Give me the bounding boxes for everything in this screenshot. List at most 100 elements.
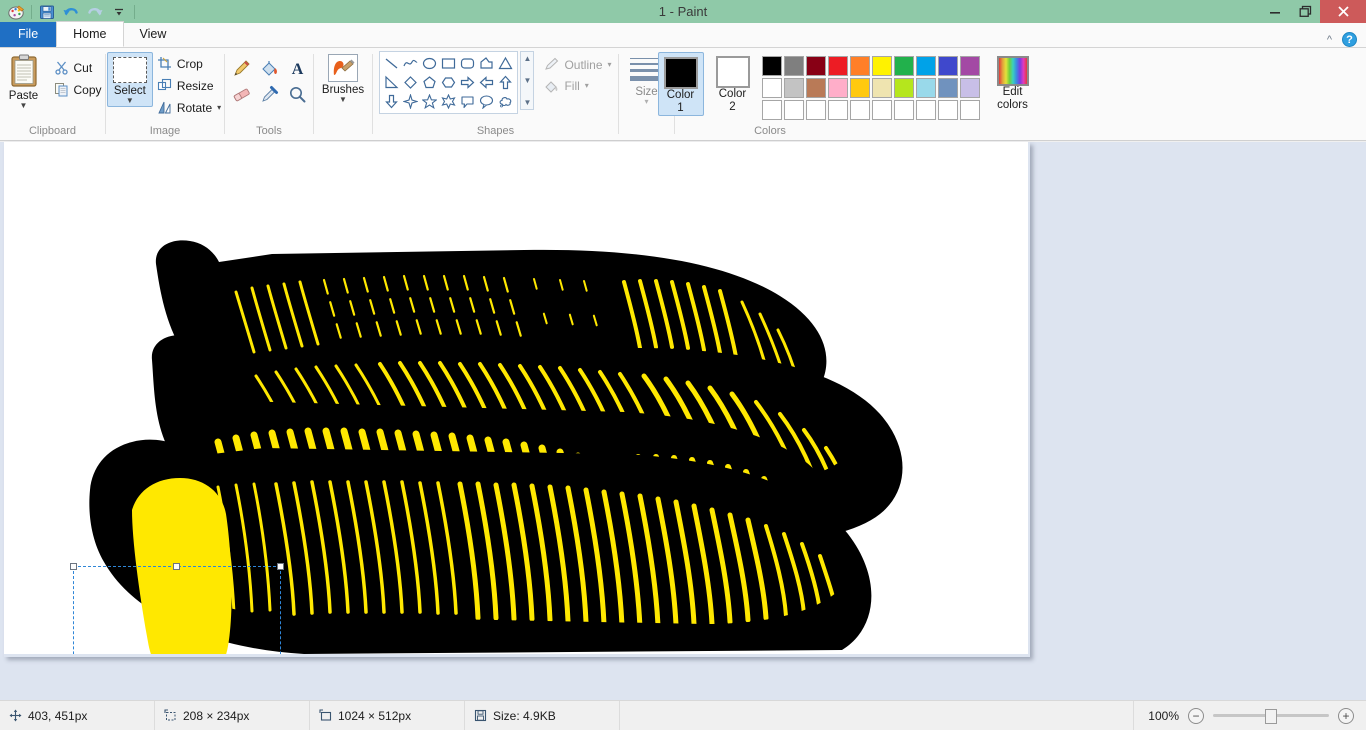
palette-swatch-r2-c9[interactable] — [937, 78, 958, 98]
polygon-shape[interactable] — [477, 54, 496, 73]
palette-swatch-r1-c2[interactable] — [783, 56, 804, 76]
up-arrow-shape[interactable] — [496, 73, 515, 92]
palette-swatch-r1-c8[interactable] — [915, 56, 936, 76]
pentagon-shape[interactable] — [420, 73, 439, 92]
tab-file[interactable]: File — [0, 22, 57, 47]
palette-swatch-r2-c10[interactable] — [959, 78, 980, 98]
undo-icon[interactable] — [59, 1, 83, 22]
oval-callout-shape[interactable] — [477, 92, 496, 111]
paint-canvas[interactable] — [4, 142, 1028, 654]
rounded-callout-shape[interactable] — [458, 92, 477, 111]
six-point-star-shape[interactable] — [439, 92, 458, 111]
palette-swatch-r1-c4[interactable] — [827, 56, 848, 76]
left-arrow-shape[interactable] — [477, 73, 496, 92]
close-button[interactable] — [1320, 0, 1366, 23]
paste-caret-icon[interactable]: ▼ — [20, 102, 28, 110]
palette-swatch-r3-c6[interactable] — [871, 100, 892, 120]
restore-button[interactable] — [1290, 0, 1320, 23]
shapes-scrollbar[interactable]: ▲ ▼ ▼ — [520, 51, 535, 110]
palette-swatch-r2-c2[interactable] — [783, 78, 804, 98]
redo-icon[interactable] — [83, 1, 107, 22]
outline-button[interactable]: Outline ▾ — [544, 57, 612, 72]
outline-caret-icon[interactable]: ▾ — [608, 60, 612, 69]
palette-swatch-r3-c2[interactable] — [783, 100, 804, 120]
palette-swatch-r3-c1[interactable] — [761, 100, 782, 120]
canvas-workspace[interactable] — [0, 142, 1366, 700]
paste-button[interactable]: Paste ▼ — [0, 52, 50, 110]
fill-button[interactable]: Fill ▾ — [544, 78, 611, 93]
copy-button[interactable]: Copy — [50, 80, 108, 99]
pencil-icon[interactable] — [228, 56, 254, 80]
hexagon-shape[interactable] — [439, 73, 458, 92]
palette-swatch-r1-c3[interactable] — [805, 56, 826, 76]
resize-button[interactable]: Resize — [153, 76, 227, 95]
tab-home[interactable]: Home — [56, 21, 124, 47]
minimize-button[interactable] — [1260, 0, 1290, 23]
zoom-slider[interactable] — [1213, 708, 1329, 724]
palette-swatch-r2-c4[interactable] — [827, 78, 848, 98]
rotate-button[interactable]: Rotate ▾ — [153, 98, 227, 117]
shapes-more-icon[interactable]: ▼ — [524, 98, 532, 107]
palette-swatch-r1-c6[interactable] — [871, 56, 892, 76]
cut-button[interactable]: Cut — [50, 58, 108, 77]
palette-swatch-r1-c1[interactable] — [761, 56, 782, 76]
text-icon[interactable]: A — [284, 56, 310, 80]
zoom-out-button[interactable]: − — [1188, 707, 1204, 724]
diamond-shape[interactable] — [401, 73, 420, 92]
palette-swatch-r2-c8[interactable] — [915, 78, 936, 98]
palette-swatch-r3-c8[interactable] — [915, 100, 936, 120]
right-arrow-shape[interactable] — [458, 73, 477, 92]
right-triangle-shape[interactable] — [382, 73, 401, 92]
brushes-button[interactable]: Brushes ▼ — [317, 52, 369, 104]
triangle-shape[interactable] — [496, 54, 515, 73]
palette-swatch-r2-c7[interactable] — [893, 78, 914, 98]
select-caret-icon[interactable]: ▼ — [126, 97, 134, 105]
cloud-callout-shape[interactable] — [496, 92, 515, 111]
oval-shape[interactable] — [420, 54, 439, 73]
palette-swatch-r2-c6[interactable] — [871, 78, 892, 98]
help-icon[interactable]: ? — [1342, 32, 1357, 47]
palette-swatch-r3-c5[interactable] — [849, 100, 870, 120]
curve-shape[interactable] — [401, 54, 420, 73]
rounded-rectangle-shape[interactable] — [458, 54, 477, 73]
size-caret-icon[interactable]: ▾ — [644, 98, 648, 106]
palette-swatch-r1-c9[interactable] — [937, 56, 958, 76]
save-icon[interactable] — [35, 1, 59, 22]
zoom-in-button[interactable]: + — [1338, 707, 1354, 724]
palette-swatch-r2-c1[interactable] — [761, 78, 782, 98]
four-point-star-shape[interactable] — [401, 92, 420, 111]
palette-swatch-r3-c7[interactable] — [893, 100, 914, 120]
line-shape[interactable] — [382, 54, 401, 73]
customize-qat-icon[interactable] — [107, 1, 131, 22]
crop-button[interactable]: Crop — [153, 54, 227, 73]
paint-app-icon[interactable] — [4, 1, 28, 22]
palette-swatch-r1-c10[interactable] — [959, 56, 980, 76]
palette-swatch-r3-c3[interactable] — [805, 100, 826, 120]
down-arrow-shape[interactable] — [382, 92, 401, 111]
five-point-star-shape[interactable] — [420, 92, 439, 111]
edit-colors-button[interactable]: Edit colors — [987, 52, 1039, 112]
palette-swatch-r3-c10[interactable] — [959, 100, 980, 120]
rectangle-shape[interactable] — [439, 54, 458, 73]
select-button[interactable]: Select ▼ — [106, 52, 153, 107]
zoom-slider-thumb[interactable] — [1265, 708, 1277, 724]
fill-bucket-icon[interactable] — [256, 56, 282, 80]
eraser-icon[interactable] — [228, 82, 254, 106]
fill-caret-icon[interactable]: ▾ — [585, 81, 589, 90]
palette-swatch-r2-c5[interactable] — [849, 78, 870, 98]
palette-swatch-r2-c3[interactable] — [805, 78, 826, 98]
palette-swatch-r3-c9[interactable] — [937, 100, 958, 120]
color2-button[interactable]: Color 2 — [710, 52, 756, 114]
shapes-scroll-down-icon[interactable]: ▼ — [524, 76, 532, 85]
palette-swatch-r1-c7[interactable] — [893, 56, 914, 76]
brushes-caret-icon[interactable]: ▼ — [339, 96, 347, 104]
tab-view[interactable]: View — [124, 22, 183, 47]
palette-swatch-r3-c4[interactable] — [827, 100, 848, 120]
collapse-ribbon-icon[interactable]: ^ — [1327, 34, 1332, 46]
shapes-scroll-up-icon[interactable]: ▲ — [524, 54, 532, 63]
color1-button[interactable]: Color 1 — [657, 52, 704, 116]
rotate-caret-icon[interactable]: ▾ — [217, 103, 221, 112]
color-picker-icon[interactable] — [256, 82, 282, 106]
palette-swatch-r1-c5[interactable] — [849, 56, 870, 76]
magnifier-icon[interactable] — [284, 82, 310, 106]
